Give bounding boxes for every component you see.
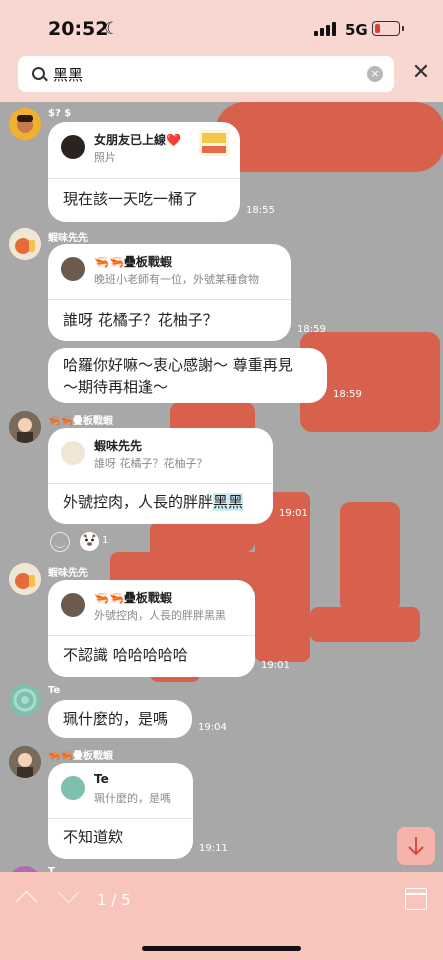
scroll-down-button[interactable] [397,827,435,865]
reply-avatar [61,776,85,800]
message-text: 哈羅你好嘛～衷心感謝～ 尊重再見 ～期待再相逢～ [63,354,293,398]
battery-icon [372,21,404,36]
reply-text: 晚班小老師有一位，外號某種食物 [94,273,259,286]
message-text: 不知道欸 [63,828,124,846]
avatar[interactable] [9,746,41,778]
message-line: ～期待再相逢～ [63,378,169,396]
message-time: 19:01 [261,660,290,671]
reply-name: Te [94,772,109,786]
message-text-part: 外號控肉，人長的胖胖 [63,493,214,511]
message-time: 19:01 [279,508,308,519]
search-highlight: 黑黑 [213,493,244,511]
reply-avatar [61,593,85,617]
photo-thumbnail[interactable] [199,130,229,156]
reply-avatar [61,441,85,465]
status-bar: 20:52 ☾ 5G [0,0,443,56]
chevron-down-icon[interactable] [57,881,80,904]
sender-name: 🦐🦐疊板戰蝦 [48,416,113,427]
reply-name: 蝦味先先 [94,439,143,453]
reply-name: 女朋友已上線❤️ [94,133,181,147]
message-bubble[interactable]: 珮什麼的，是嗎 [48,700,192,738]
message-text: 誰呀 花橘子？花柚子？ [63,311,218,329]
reply-preview[interactable]: 女朋友已上線❤️ 照片 [48,122,240,179]
message-time: 18:59 [333,389,362,400]
home-indicator [142,946,301,951]
search-icon [32,67,45,80]
sender-name: 🦐🦐疊板戰蝦 [48,751,113,762]
message-bubble[interactable]: 🦐🦐疊板戰蝦 晚班小老師有一位，外號某種食物 誰呀 花橘子？花柚子？ [48,244,291,341]
message-bubble[interactable]: 哈羅你好嘛～衷心感謝～ 尊重再見 ～期待再相逢～ [48,348,327,403]
chat-area[interactable]: $? $ 女朋友已上線❤️ 照片 現在該一天吃一桶了 18:55 蝦味先先 🦐🦐… [0,102,443,872]
avatar[interactable] [9,563,41,595]
reply-preview[interactable]: Te 珮什麼的，是嗎 [48,763,193,819]
moon-icon: ☾ [104,19,120,39]
message-bubble[interactable]: 女朋友已上線❤️ 照片 現在該一天吃一桶了 [48,122,240,222]
message-time: 18:59 [297,324,326,335]
reply-text: 珮什麼的，是嗎 [94,792,171,805]
reply-text: 外號控肉，人長的胖胖黑黑 [94,609,226,622]
message-text: 現在該一天吃一桶了 [63,190,199,208]
avatar[interactable] [9,228,41,260]
close-icon[interactable]: ✕ [410,62,432,84]
sender-name: 蝦味先先 [48,568,88,579]
message-line: 哈羅你好嘛～衷心感謝～ 尊重再見 [63,356,293,374]
reply-text: 誰呀 花橘子？花柚子？ [94,457,208,470]
sender-name: $? $ [48,108,72,119]
reply-text: 照片 [94,151,116,164]
search-query[interactable]: 黑黑 [53,64,83,85]
message-text: 珮什麼的，是嗎 [63,710,169,728]
reply-name: 🦐🦐疊板戰蝦 [94,591,172,605]
search-bar: 黑黑 × ✕ [0,56,443,102]
reply-preview[interactable]: 蝦味先先 誰呀 花橘子？花柚子？ [48,428,273,484]
message-bubble[interactable]: 蝦味先先 誰呀 花橘子？花柚子？ 外號控肉，人長的胖胖黑黑 [48,428,273,524]
avatar[interactable] [9,108,41,140]
reaction-sticker-icon[interactable] [80,532,99,551]
result-counter: 1 / 5 [97,891,131,909]
message-time: 18:55 [246,205,275,216]
avatar[interactable] [9,684,41,716]
clear-icon[interactable]: × [367,66,383,82]
message-bubble[interactable]: Te 珮什麼的，是嗎 不知道欸 [48,763,193,859]
message-text: 不認識 哈哈哈哈哈 [63,646,188,664]
avatar[interactable] [9,411,41,443]
message-bubble[interactable]: 🦐🦐疊板戰蝦 外號控肉，人長的胖胖黑黑 不認識 哈哈哈哈哈 [48,580,255,677]
reply-preview[interactable]: 🦐🦐疊板戰蝦 晚班小老師有一位，外號某種食物 [48,244,291,300]
search-navigation-bar: 1 / 5 [0,872,443,960]
sender-name: 蝦味先先 [48,233,88,244]
add-reaction-icon[interactable] [50,532,70,552]
arrow-down-icon [408,837,424,856]
message-time: 19:04 [198,722,227,733]
reply-preview[interactable]: 🦐🦐疊板戰蝦 外號控肉，人長的胖胖黑黑 [48,580,255,636]
reply-avatar [61,257,85,281]
calendar-icon[interactable] [405,888,427,910]
message-time: 19:11 [199,843,228,854]
sender-name: Te [48,685,61,696]
reply-avatar [61,135,85,159]
status-time: 20:52 [48,18,109,40]
search-input[interactable]: 黑黑 × [18,56,394,92]
signal-icon [314,22,340,36]
chevron-up-icon[interactable] [15,890,38,913]
message-text: 外號控肉，人長的胖胖黑黑 [63,491,244,513]
reply-name: 🦐🦐疊板戰蝦 [94,255,172,269]
network-type: 5G [345,21,368,39]
reaction-count: 1 [102,535,109,546]
